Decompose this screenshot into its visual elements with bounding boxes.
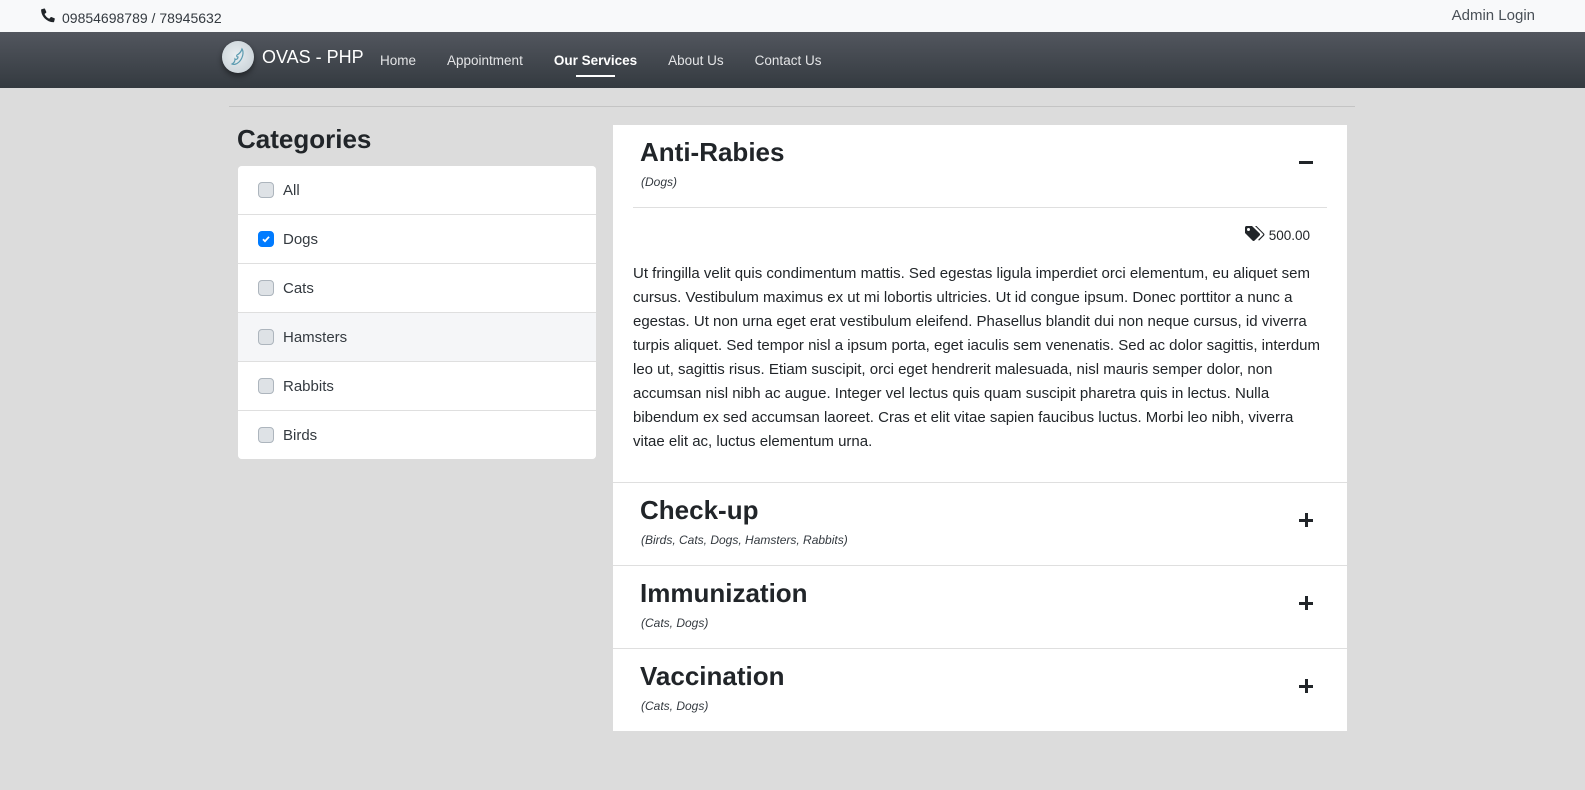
service-title: Check-up xyxy=(640,495,759,525)
plus-icon[interactable] xyxy=(1297,511,1315,529)
admin-login-link[interactable]: Admin Login xyxy=(1452,7,1535,24)
category-item-rabbits[interactable]: Rabbits xyxy=(238,362,596,411)
service-body: 500.00 Ut fringilla velit quis condiment… xyxy=(633,207,1327,482)
service-header[interactable]: Check-up (Birds, Cats, Dogs, Hamsters, R… xyxy=(613,483,1347,565)
service-header[interactable]: Vaccination (Cats, Dogs) xyxy=(613,649,1347,731)
brand-name: OVAS - PHP xyxy=(262,46,364,67)
service-description: Ut fringilla velit quis condimentum matt… xyxy=(633,265,1321,450)
minus-icon[interactable] xyxy=(1297,153,1315,171)
service-title: Anti-Rabies xyxy=(640,137,785,167)
category-checkbox[interactable] xyxy=(258,329,274,345)
service-item-anti-rabies: Anti-Rabies (Dogs) 500.00 Ut fringilla v… xyxy=(613,125,1347,483)
category-label: Hamsters xyxy=(283,328,348,346)
service-categories: (Dogs) xyxy=(641,175,678,189)
category-checkbox[interactable] xyxy=(258,280,274,296)
category-label: Birds xyxy=(283,426,318,444)
services-accordion: Anti-Rabies (Dogs) 500.00 Ut fringilla v… xyxy=(613,125,1347,731)
top-contact-bar: 09854698789 / 78945632 Admin Login xyxy=(0,0,1585,32)
price-value: 500.00 xyxy=(1268,227,1310,243)
category-item-hamsters[interactable]: Hamsters xyxy=(238,313,596,362)
nav-home[interactable]: Home xyxy=(380,53,416,68)
plus-icon[interactable] xyxy=(1297,677,1315,695)
service-item-check-up: Check-up (Birds, Cats, Dogs, Hamsters, R… xyxy=(613,483,1347,566)
category-checkbox[interactable] xyxy=(258,182,274,198)
nav-our-services[interactable]: Our Services xyxy=(554,53,637,77)
category-item-dogs[interactable]: Dogs xyxy=(238,215,596,264)
service-header[interactable]: Anti-Rabies (Dogs) xyxy=(613,125,1347,207)
main-navbar: OVAS - PHP Home Appointment Our Services… xyxy=(0,32,1585,88)
category-checkbox[interactable] xyxy=(258,427,274,443)
check-icon xyxy=(262,236,270,243)
category-checkbox[interactable] xyxy=(258,231,274,247)
service-item-immunization: Immunization (Cats, Dogs) xyxy=(613,566,1347,649)
plus-icon[interactable] xyxy=(1297,594,1315,612)
dog-logo-icon xyxy=(222,41,254,73)
category-label: All xyxy=(283,181,300,199)
service-categories: (Cats, Dogs) xyxy=(641,616,709,630)
service-title: Immunization xyxy=(640,578,808,608)
brand-link[interactable]: OVAS - PHP xyxy=(222,41,364,73)
phone-icon xyxy=(40,8,56,27)
section-divider xyxy=(229,106,1355,107)
category-label: Rabbits xyxy=(283,377,334,395)
contact-phone: 09854698789 / 78945632 xyxy=(40,8,222,27)
category-item-cats[interactable]: Cats xyxy=(238,264,596,313)
service-header[interactable]: Immunization (Cats, Dogs) xyxy=(613,566,1347,648)
service-item-vaccination: Vaccination (Cats, Dogs) xyxy=(613,649,1347,731)
category-filter-list: All Dogs Cats Hamsters Rabbits Birds xyxy=(238,166,596,459)
service-title: Vaccination xyxy=(640,661,785,691)
category-label: Dogs xyxy=(283,230,319,248)
service-categories: (Birds, Cats, Dogs, Hamsters, Rabbits) xyxy=(641,533,848,547)
nav-contact-us[interactable]: Contact Us xyxy=(755,53,822,68)
service-categories: (Cats, Dogs) xyxy=(641,699,709,713)
category-checkbox[interactable] xyxy=(258,378,274,394)
phone-numbers: 09854698789 / 78945632 xyxy=(62,9,222,26)
service-price: 500.00 xyxy=(633,208,1327,244)
nav-links: Home Appointment Our Services About Us C… xyxy=(380,32,852,88)
category-label: Cats xyxy=(283,279,314,297)
category-item-all[interactable]: All xyxy=(238,166,596,215)
nav-appointment[interactable]: Appointment xyxy=(447,53,523,68)
nav-about-us[interactable]: About Us xyxy=(668,53,724,68)
categories-heading: Categories xyxy=(237,124,372,154)
tags-icon xyxy=(1244,226,1265,241)
category-item-birds[interactable]: Birds xyxy=(238,411,596,459)
